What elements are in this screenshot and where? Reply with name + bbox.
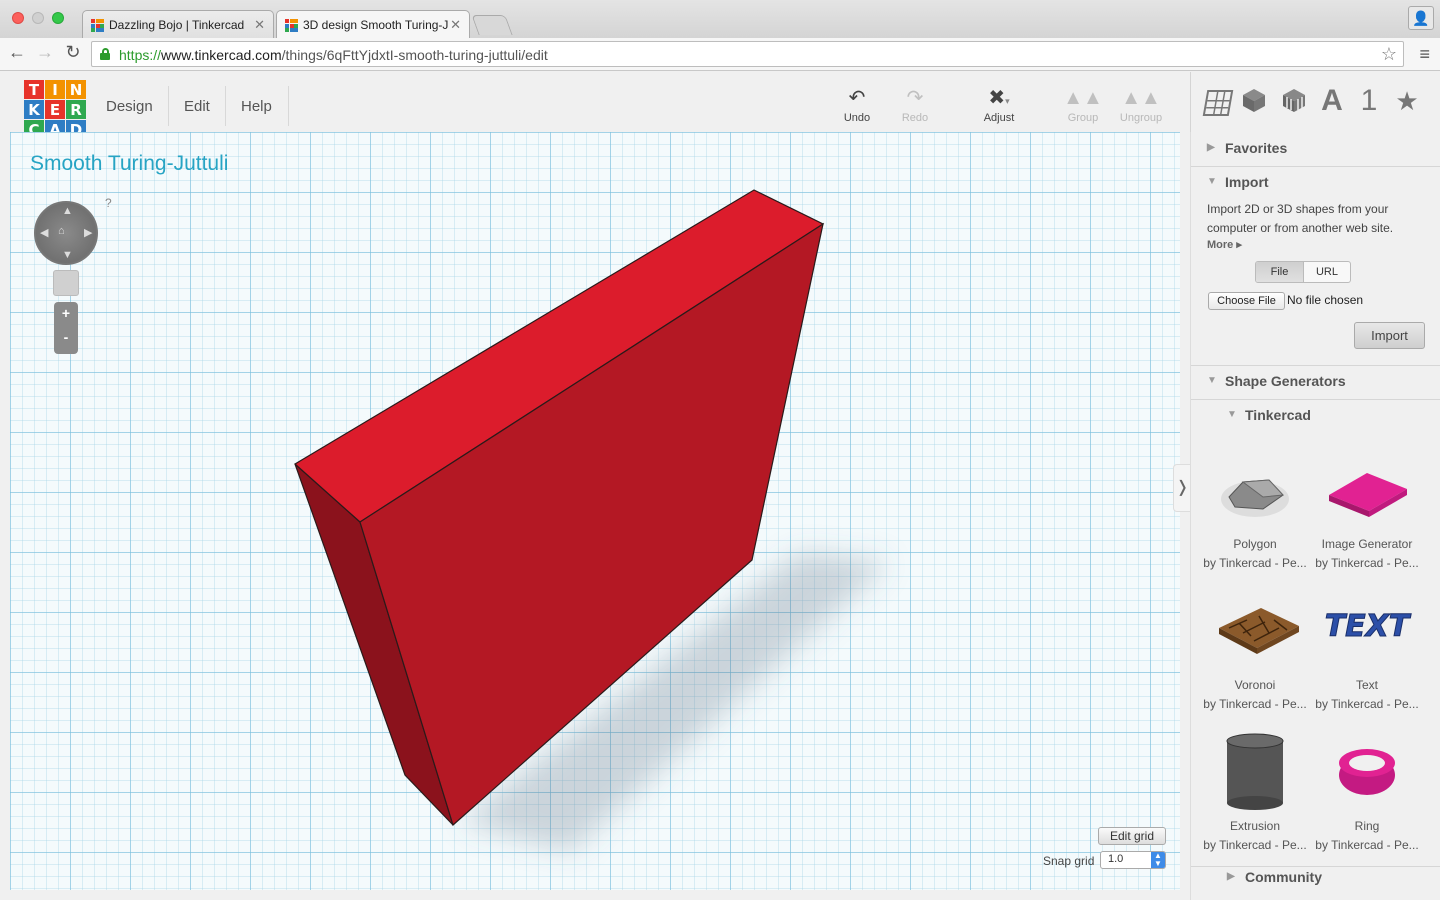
file-tab[interactable]: File xyxy=(1256,262,1303,282)
import-description: Import 2D or 3D shapes from your compute… xyxy=(1207,202,1394,235)
tab-close-icon[interactable]: ✕ xyxy=(254,17,265,33)
voronoi-thumbnail xyxy=(1199,578,1311,678)
text-letters-icon[interactable]: A xyxy=(1317,86,1347,116)
tab-title: 3D design Smooth Turing-J xyxy=(303,18,449,32)
address-bar[interactable]: https://www.tinkercad.com/things/6qFttYj… xyxy=(91,41,1404,67)
bookmark-star-icon[interactable]: ☆ xyxy=(1381,44,1397,65)
shape-text[interactable]: TEXT Text by Tinkercad - Pe... xyxy=(1311,578,1423,712)
expand-triangle-icon: ▶ xyxy=(1227,871,1235,882)
orbit-control[interactable]: ▲ ▼ ◀ ▶ ⌂ xyxy=(34,201,98,265)
right-arrow-icon[interactable]: ▶ xyxy=(84,226,92,239)
logo-letter: R xyxy=(66,100,86,119)
menu-edit[interactable]: Edit xyxy=(184,98,210,115)
logo-letter: K xyxy=(24,100,44,119)
browser-tab-bar: Dazzling Bojo | Tinkercad ✕ 3D design Sm… xyxy=(0,0,1440,38)
home-icon[interactable]: ⌂ xyxy=(58,225,65,237)
logo-letter: I xyxy=(45,80,65,99)
new-tab-button[interactable] xyxy=(471,15,513,35)
shape-ring[interactable]: Ring by Tinkercad - Pe... xyxy=(1311,719,1423,852)
favorites-star-icon[interactable]: ★ xyxy=(1392,86,1422,116)
zoom-control: + - xyxy=(54,302,78,354)
design-title[interactable]: Smooth Turing-Juttuli xyxy=(30,152,228,176)
logo-letter: N xyxy=(66,80,86,99)
import-source-toggle[interactable]: File URL xyxy=(1255,261,1351,283)
down-arrow-icon[interactable]: ▼ xyxy=(62,249,73,261)
menu-divider xyxy=(225,86,226,126)
workplane-grid-icon[interactable] xyxy=(1202,90,1234,116)
ring-thumbnail xyxy=(1311,719,1423,819)
svg-text:TEXT: TEXT xyxy=(1325,609,1412,644)
adjust-tools-icon: ✖▾ xyxy=(988,87,1010,109)
basic-shapes-cube-icon[interactable] xyxy=(1239,86,1269,120)
more-link[interactable]: More ▸ xyxy=(1207,238,1242,251)
shape-voronoi[interactable]: Voronoi by Tinkercad - Pe... xyxy=(1199,578,1311,711)
menu-help[interactable]: Help xyxy=(241,98,272,115)
browser-tab-1[interactable]: Dazzling Bojo | Tinkercad ✕ xyxy=(82,10,274,38)
expand-triangle-icon: ▶ xyxy=(1207,142,1215,153)
tinkercad-logo[interactable]: TINKERCAD xyxy=(24,80,86,140)
forward-arrow-icon[interactable]: → xyxy=(34,42,56,63)
undo-button[interactable]: ↶ Undo xyxy=(832,87,882,124)
workplane-canvas[interactable]: Smooth Turing-Juttuli ? ▲ ▼ ◀ ▶ ⌂ + - Ed… xyxy=(10,132,1180,890)
url-text: https://www.tinkercad.com/things/6qFttYj… xyxy=(119,47,548,63)
collapse-triangle-icon: ▼ xyxy=(1207,375,1217,386)
shape-extrusion[interactable]: Extrusion by Tinkercad - Pe... xyxy=(1199,719,1311,852)
numbers-icon[interactable]: 1 xyxy=(1354,86,1384,116)
shape-image-generator[interactable]: Image Generator by Tinkercad - Pe... xyxy=(1311,437,1423,570)
browser-tab-2[interactable]: 3D design Smooth Turing-J ✕ xyxy=(276,10,470,38)
zoom-in-button[interactable]: + xyxy=(54,305,78,321)
collapse-triangle-icon: ▼ xyxy=(1207,176,1217,187)
up-arrow-icon[interactable]: ▲ xyxy=(62,205,73,217)
edit-grid-button[interactable]: Edit grid xyxy=(1098,827,1166,845)
tinkercad-favicon-icon xyxy=(285,19,298,32)
logo-letter: T xyxy=(24,80,44,99)
url-tab[interactable]: URL xyxy=(1303,262,1350,282)
snap-grid-label: Snap grid xyxy=(1043,854,1095,868)
tinkercad-favicon-icon xyxy=(91,19,104,32)
panel-switcher: A 1 ★ xyxy=(1190,72,1440,132)
tab-close-icon[interactable]: ✕ xyxy=(450,17,461,33)
ungroup-button[interactable]: ▲▲ Ungroup xyxy=(1116,87,1166,124)
zoom-out-button[interactable]: - xyxy=(54,329,78,345)
group-icon: ▲▲ xyxy=(1063,87,1103,109)
tab-title: Dazzling Bojo | Tinkercad xyxy=(109,18,245,32)
reload-icon[interactable]: ↻ xyxy=(62,42,84,63)
logo-letter: E xyxy=(45,100,65,119)
browser-toolbar: ← → ↻ https://www.tinkercad.com/things/6… xyxy=(0,38,1440,71)
import-button[interactable]: Import xyxy=(1354,322,1425,349)
minimize-window-button[interactable] xyxy=(32,12,44,24)
menu-divider xyxy=(288,86,289,126)
no-file-chosen-text: No file chosen xyxy=(1287,293,1364,307)
spinner-icon: ▲ ▼ xyxy=(1151,852,1165,868)
ungroup-icon: ▲▲ xyxy=(1121,87,1161,109)
help-question-icon[interactable]: ? xyxy=(105,196,112,210)
left-arrow-icon[interactable]: ◀ xyxy=(40,226,48,239)
menu-divider xyxy=(168,86,169,126)
snap-grid-select[interactable]: 1.0 ▲ ▼ xyxy=(1100,851,1166,869)
lock-icon xyxy=(100,48,110,60)
profile-icon[interactable]: 👤 xyxy=(1408,6,1434,30)
shape-polygon[interactable]: Polygon by Tinkercad - Pe... xyxy=(1199,437,1311,570)
adjust-button[interactable]: ✖▾ Adjust xyxy=(974,87,1024,124)
view-cube-icon[interactable] xyxy=(53,270,79,296)
redo-icon: ↷ xyxy=(906,87,924,109)
collapse-triangle-icon: ▼ xyxy=(1227,409,1237,420)
hamburger-menu-icon[interactable]: ≡ xyxy=(1419,44,1430,65)
collapse-panel-button[interactable]: ❭ xyxy=(1173,464,1191,512)
extrusion-thumbnail xyxy=(1199,719,1311,819)
close-window-button[interactable] xyxy=(12,12,24,24)
undo-icon: ↶ xyxy=(848,87,866,109)
redo-button[interactable]: ↷ Redo xyxy=(890,87,940,124)
right-sidebar: ▶ Favorites ▼ Import Import 2D or 3D sha… xyxy=(1190,132,1440,900)
polygon-thumbnail xyxy=(1199,437,1311,537)
red-box-shape[interactable] xyxy=(10,132,1180,890)
back-arrow-icon[interactable]: ← xyxy=(6,42,28,63)
menu-design[interactable]: Design xyxy=(106,98,153,115)
group-button[interactable]: ▲▲ Group xyxy=(1058,87,1108,124)
choose-file-button[interactable]: Choose File xyxy=(1208,292,1285,310)
maximize-window-button[interactable] xyxy=(52,12,64,24)
image-generator-thumbnail xyxy=(1311,437,1423,537)
wireframe-cube-icon[interactable] xyxy=(1279,86,1309,120)
text-thumbnail: TEXT xyxy=(1311,578,1423,678)
